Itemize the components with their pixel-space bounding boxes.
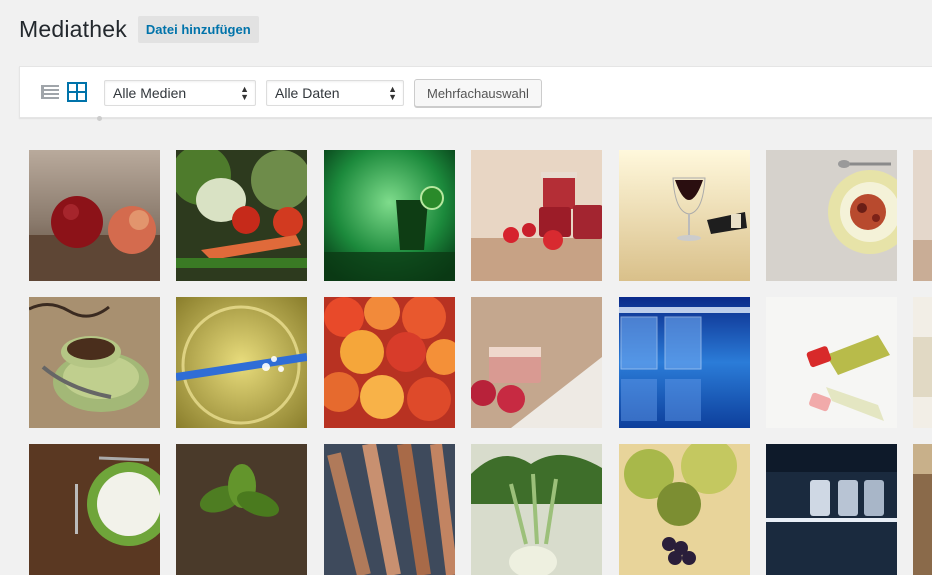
page-header: Mediathek Datei hinzufügen — [19, 16, 259, 43]
media-item-coffee-cup[interactable] — [29, 297, 160, 428]
media-item-red-wine[interactable] — [619, 150, 750, 281]
bulk-select-button[interactable]: Mehrfachauswahl — [414, 79, 542, 107]
grid-view-icon[interactable] — [67, 82, 87, 102]
date-filter[interactable]: Alle Daten ▲ ▼ — [266, 80, 404, 106]
media-item-cut-1[interactable] — [913, 150, 932, 281]
toolbar-indicator — [97, 116, 102, 121]
media-item-blue-glasses[interactable] — [619, 297, 750, 428]
list-view-icon[interactable] — [40, 83, 60, 103]
media-item-jars-shelf[interactable] — [766, 444, 897, 575]
media-item-cut-3[interactable] — [913, 444, 932, 575]
media-item-plate-fork[interactable] — [29, 444, 160, 575]
updown-arrow-icon: ▲ ▼ — [388, 84, 397, 102]
media-item-wine-bottle[interactable] — [766, 297, 897, 428]
media-toolbar: Alle Medien ▲ ▼ Alle Daten ▲ ▼ Mehrfachaus… — [19, 66, 932, 121]
add-file-button[interactable]: Datei hinzufügen — [137, 16, 259, 43]
media-type-filter-value: Alle Medien — [113, 85, 187, 101]
date-filter-value: Alle Daten — [275, 85, 340, 101]
media-item-strawberry-jam[interactable] — [471, 150, 602, 281]
media-item-cut-2[interactable] — [913, 297, 932, 428]
page-title: Mediathek — [19, 16, 127, 42]
media-item-basil[interactable] — [176, 444, 307, 575]
media-item-glass-bubbles[interactable] — [176, 297, 307, 428]
media-item-green-drink[interactable] — [324, 150, 455, 281]
media-type-filter[interactable]: Alle Medien ▲ ▼ — [104, 80, 256, 106]
media-item-dish-spoon[interactable] — [766, 150, 897, 281]
media-item-apples[interactable] — [29, 150, 160, 281]
updown-arrow-icon: ▲ ▼ — [240, 84, 249, 102]
media-item-plums[interactable] — [324, 297, 455, 428]
media-item-vegetables[interactable] — [176, 150, 307, 281]
media-item-kohlrabi[interactable] — [471, 444, 602, 575]
media-item-cake-berries[interactable] — [471, 297, 602, 428]
media-item-grapes-vine[interactable] — [619, 444, 750, 575]
media-item-sausages[interactable] — [324, 444, 455, 575]
